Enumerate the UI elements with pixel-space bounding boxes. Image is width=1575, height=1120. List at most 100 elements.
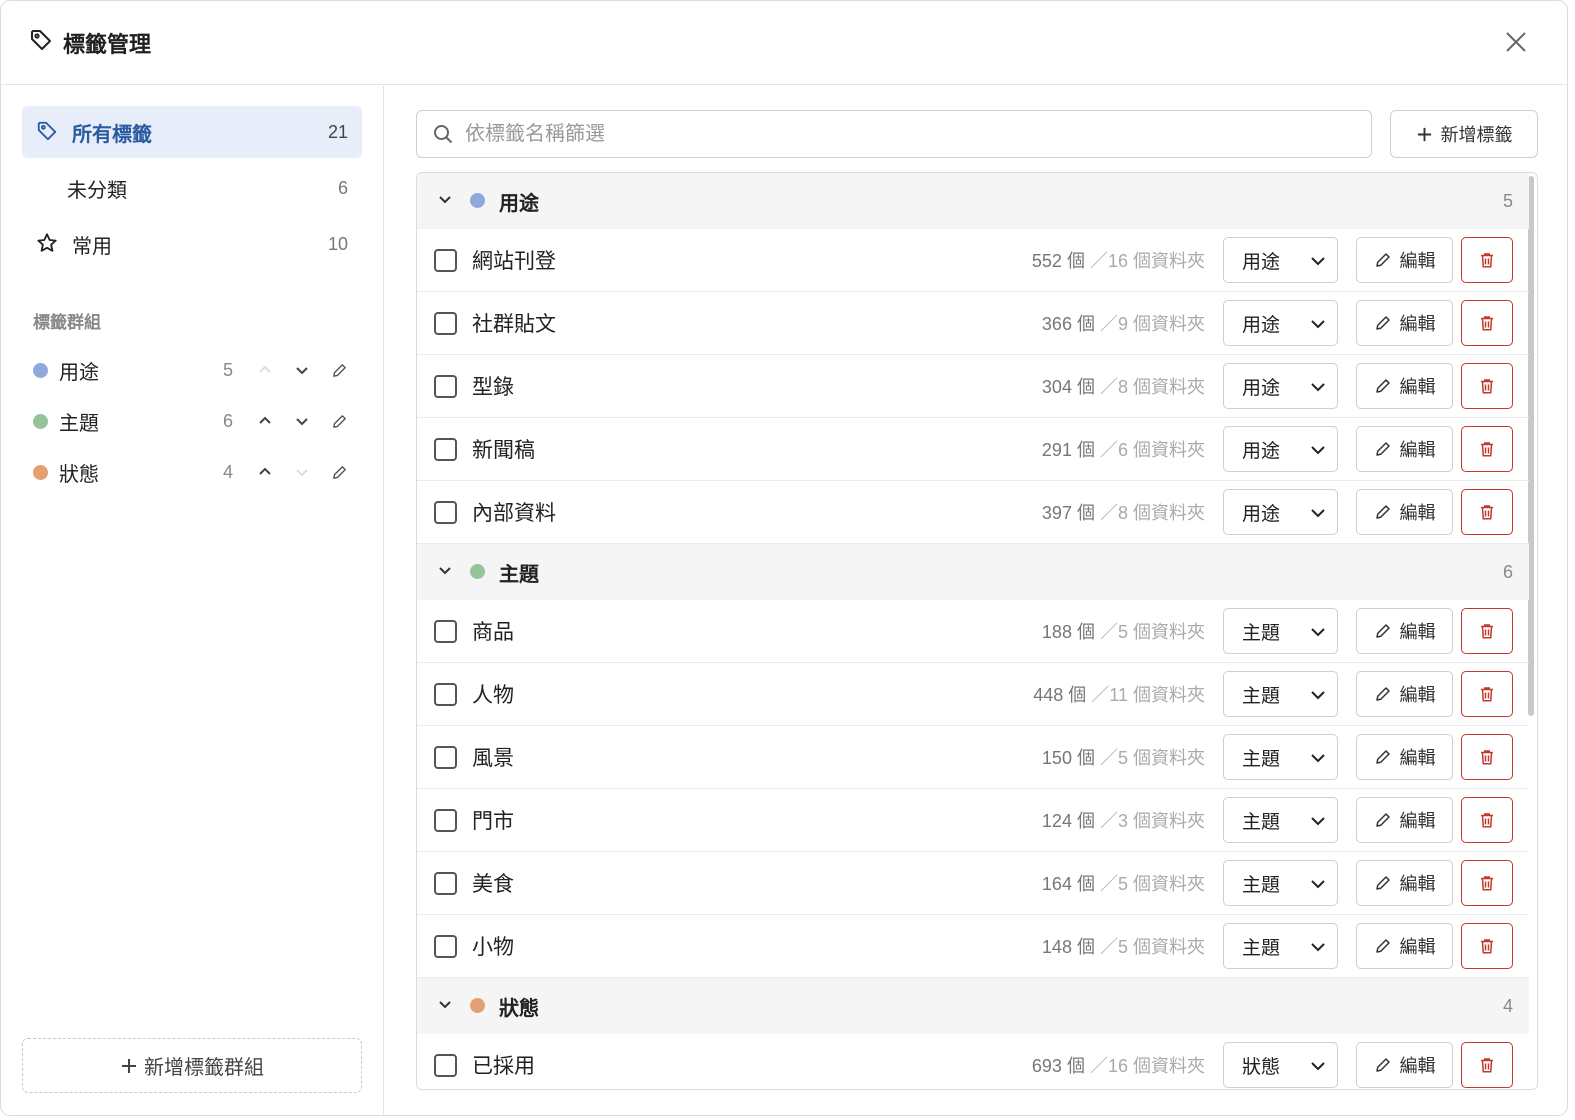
edit-group-button[interactable] <box>327 358 351 382</box>
sidebar-group-status[interactable]: 狀態 4 <box>33 452 363 492</box>
chevron-down-icon <box>1309 252 1327 276</box>
nav-count: 6 <box>337 177 348 198</box>
edit-tag-button[interactable]: 編輯 <box>1356 363 1453 409</box>
tag-manager-dialog: 標籤管理 所有標籤 21 未分類 6 常用 10 標籤群組 用途 5 主題 6 … <box>0 0 1568 1116</box>
item-count: 304 個 <box>1041 377 1095 397</box>
group-select[interactable]: 主題 <box>1223 734 1338 780</box>
tag-row: 美食 164 個 ／5 個資料夾 主題 編輯 <box>417 852 1529 915</box>
group-select-value: 主題 <box>1242 811 1281 833</box>
pencil-icon <box>1375 876 1390 890</box>
nav-all-tags[interactable]: 所有標籤 21 <box>22 106 362 158</box>
item-count: 552 個 <box>1031 251 1085 271</box>
group-select[interactable]: 主題 <box>1223 797 1338 843</box>
edit-label: 編輯 <box>1399 748 1436 768</box>
edit-tag-button[interactable]: 編輯 <box>1356 489 1453 535</box>
group-select[interactable]: 主題 <box>1223 671 1338 717</box>
tag-checkbox[interactable] <box>434 248 457 272</box>
delete-tag-button[interactable] <box>1461 1042 1513 1088</box>
group-name: 用途 <box>499 192 539 215</box>
edit-label: 編輯 <box>1399 622 1436 642</box>
trash-icon <box>1481 939 1493 954</box>
collapse-group-button[interactable] <box>435 189 455 214</box>
nav-count: 21 <box>327 121 348 142</box>
group-select[interactable]: 用途 <box>1223 489 1338 535</box>
tag-checkbox[interactable] <box>434 745 457 769</box>
sidebar-group-topic[interactable]: 主題 6 <box>33 401 363 441</box>
group-count: 6 <box>223 410 234 431</box>
tag-checkbox[interactable] <box>434 682 457 706</box>
move-up-button[interactable] <box>253 358 277 382</box>
folder-count: ／8 個資料夾 <box>1099 503 1205 523</box>
tag-checkbox[interactable] <box>434 871 457 895</box>
folder-count: ／6 個資料夾 <box>1099 440 1205 460</box>
tag-checkbox[interactable] <box>434 374 457 398</box>
move-down-button[interactable] <box>290 358 314 382</box>
edit-group-button[interactable] <box>327 409 351 433</box>
trash-icon <box>1481 505 1493 520</box>
delete-tag-button[interactable] <box>1461 489 1513 535</box>
close-button[interactable] <box>1501 27 1531 57</box>
move-down-button[interactable] <box>290 460 314 484</box>
edit-tag-button[interactable]: 編輯 <box>1356 300 1453 346</box>
group-select-value: 用途 <box>1242 440 1281 462</box>
group-select[interactable]: 用途 <box>1223 237 1338 283</box>
group-select[interactable]: 狀態 <box>1223 1042 1338 1088</box>
edit-tag-button[interactable]: 編輯 <box>1356 237 1453 283</box>
edit-tag-button[interactable]: 編輯 <box>1356 1042 1453 1088</box>
sidebar-group-usage[interactable]: 用途 5 <box>33 350 363 390</box>
dialog-title: 標籤管理 <box>63 31 152 57</box>
tag-checkbox[interactable] <box>434 619 457 643</box>
trash-icon <box>1481 624 1493 639</box>
edit-tag-button[interactable]: 編輯 <box>1356 797 1453 843</box>
move-up-button[interactable] <box>253 409 277 433</box>
group-select[interactable]: 用途 <box>1223 426 1338 472</box>
add-tag-group-button[interactable]: 新增標籤群組 <box>22 1038 362 1093</box>
delete-tag-button[interactable] <box>1461 923 1513 969</box>
move-down-button[interactable] <box>290 409 314 433</box>
delete-tag-button[interactable] <box>1461 426 1513 472</box>
tag-checkbox[interactable] <box>434 500 457 524</box>
delete-tag-button[interactable] <box>1461 608 1513 654</box>
search-input[interactable] <box>465 122 1345 146</box>
folder-count: ／11 個資料夾 <box>1091 685 1205 705</box>
delete-tag-button[interactable] <box>1461 797 1513 843</box>
tag-name: 商品 <box>472 621 514 644</box>
plus-icon <box>1417 127 1431 141</box>
tag-checkbox[interactable] <box>434 934 457 958</box>
collapse-group-button[interactable] <box>435 560 455 585</box>
nav-favorites[interactable]: 常用 10 <box>22 218 362 270</box>
edit-tag-button[interactable]: 編輯 <box>1356 671 1453 717</box>
group-select[interactable]: 主題 <box>1223 923 1338 969</box>
collapse-group-button[interactable] <box>435 994 455 1019</box>
edit-group-button[interactable] <box>327 460 351 484</box>
tag-row: 型錄 304 個 ／8 個資料夾 用途 編輯 <box>417 355 1529 418</box>
group-select[interactable]: 用途 <box>1223 300 1338 346</box>
add-tag-button[interactable]: 新增標籤 <box>1390 110 1538 158</box>
delete-tag-button[interactable] <box>1461 300 1513 346</box>
edit-label: 編輯 <box>1399 811 1436 831</box>
move-up-button[interactable] <box>253 460 277 484</box>
chevron-down-icon <box>439 567 451 575</box>
delete-tag-button[interactable] <box>1461 237 1513 283</box>
edit-tag-button[interactable]: 編輯 <box>1356 860 1453 906</box>
edit-tag-button[interactable]: 編輯 <box>1356 923 1453 969</box>
chevron-down-icon <box>1309 315 1327 339</box>
delete-tag-button[interactable] <box>1461 860 1513 906</box>
group-select[interactable]: 主題 <box>1223 608 1338 654</box>
tag-checkbox[interactable] <box>434 311 457 335</box>
delete-tag-button[interactable] <box>1461 363 1513 409</box>
tag-checkbox[interactable] <box>434 808 457 832</box>
edit-tag-button[interactable]: 編輯 <box>1356 734 1453 780</box>
pencil-icon <box>1375 316 1390 330</box>
group-color-dot <box>470 564 485 579</box>
group-select[interactable]: 用途 <box>1223 363 1338 409</box>
delete-tag-button[interactable] <box>1461 671 1513 717</box>
tag-checkbox[interactable] <box>434 1053 457 1077</box>
delete-tag-button[interactable] <box>1461 734 1513 780</box>
edit-tag-button[interactable]: 編輯 <box>1356 608 1453 654</box>
nav-uncategorized[interactable]: 未分類 6 <box>22 162 362 214</box>
group-select[interactable]: 主題 <box>1223 860 1338 906</box>
tag-checkbox[interactable] <box>434 437 457 461</box>
edit-tag-button[interactable]: 編輯 <box>1356 426 1453 472</box>
group-name: 主題 <box>59 412 99 435</box>
